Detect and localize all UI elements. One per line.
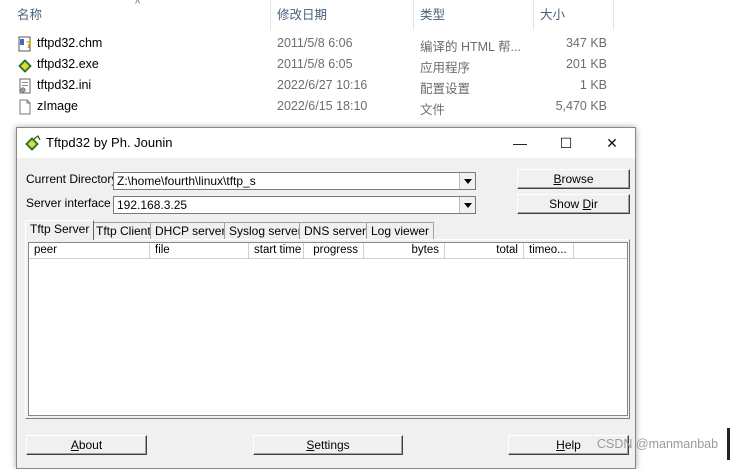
current-directory-combo[interactable]: Z:\home\fourth\linux\tftp_s <box>113 172 476 190</box>
button-label: bout <box>78 438 103 452</box>
button-mnemonic: D <box>582 197 592 211</box>
list-column-timeout[interactable]: timeo... <box>524 243 574 259</box>
file-name: tftpd32.ini <box>37 78 92 92</box>
csdn-watermark: CSDN @manmanbab <box>597 437 719 451</box>
file-type: 文件 <box>420 103 446 117</box>
column-divider[interactable] <box>613 0 614 30</box>
sort-ascending-icon: ^ <box>135 0 141 10</box>
blank-file-icon <box>19 99 31 115</box>
file-row[interactable]: tftpd32.exe 2011/5/8 6:05 应用程序 201 KB <box>0 55 747 76</box>
maximize-icon: ☐ <box>559 135 573 151</box>
minimize-icon: — <box>513 135 527 151</box>
list-column-file[interactable]: file <box>150 243 249 259</box>
file-size: 5,470 KB <box>555 99 607 113</box>
file-type: 配置设置 <box>420 82 471 96</box>
tab-log-viewer[interactable]: Log viewer <box>366 222 435 239</box>
tab-dns-server[interactable]: DNS server <box>299 222 372 239</box>
svg-text:?: ? <box>26 40 32 51</box>
dropdown-arrow-icon[interactable] <box>459 197 475 213</box>
list-column-filler <box>574 243 627 259</box>
file-size: 347 KB <box>565 36 607 50</box>
button-label: ettings <box>314 438 350 452</box>
browse-button[interactable]: Browse <box>517 169 630 189</box>
list-column-progress[interactable]: progress <box>304 243 364 259</box>
column-divider[interactable] <box>270 0 271 30</box>
tftp-server-panel: peer file start time progress bytes tota… <box>25 239 630 419</box>
file-date: 2022/6/15 18:10 <box>277 99 368 113</box>
dropdown-arrow-icon[interactable] <box>459 173 475 189</box>
list-column-total[interactable]: total <box>445 243 524 259</box>
file-type: 应用程序 <box>420 61 471 75</box>
list-column-bytes[interactable]: bytes <box>364 243 445 259</box>
close-button[interactable]: ✕ <box>589 128 635 158</box>
button-label: ir <box>591 197 598 211</box>
tftpd32-window: Tftpd32 by Ph. Jounin — ☐ ✕ Current Dire… <box>16 127 636 469</box>
file-name: tftpd32.exe <box>37 57 99 71</box>
column-divider[interactable] <box>413 0 414 30</box>
current-directory-value: Z:\home\fourth\linux\tftp_s <box>117 174 256 188</box>
transfer-list[interactable]: peer file start time progress bytes tota… <box>28 242 628 416</box>
maximize-button[interactable]: ☐ <box>543 128 589 158</box>
button-label: rowse <box>561 172 594 186</box>
tab-syslog-server[interactable]: Syslog server <box>224 222 307 239</box>
button-mnemonic: A <box>70 438 79 452</box>
tftpd-exe-icon <box>18 59 32 73</box>
settings-button[interactable]: Settings <box>253 435 403 455</box>
tab-dhcp-server[interactable]: DHCP server <box>150 222 231 239</box>
file-date: 2011/5/8 6:06 <box>277 36 353 50</box>
window-title-bar[interactable]: Tftpd32 by Ph. Jounin — ☐ ✕ <box>17 128 635 158</box>
minimize-button[interactable]: — <box>497 128 543 158</box>
column-name-header[interactable]: 名称 <box>17 0 42 30</box>
window-title: Tftpd32 by Ph. Jounin <box>46 135 173 150</box>
tab-tftp-server[interactable]: Tftp Server <box>25 220 95 240</box>
button-label: elp <box>564 438 581 452</box>
file-size: 201 KB <box>565 57 607 71</box>
list-column-start-time[interactable]: start time <box>249 243 304 259</box>
about-button[interactable]: About <box>26 435 147 455</box>
server-interface-value: 192.168.3.25 <box>117 198 188 212</box>
column-divider[interactable] <box>533 0 534 30</box>
list-column-peer[interactable]: peer <box>29 243 150 259</box>
file-date: 2011/5/8 6:05 <box>277 57 353 71</box>
file-name: tftpd32.chm <box>37 36 103 50</box>
close-icon: ✕ <box>606 135 618 151</box>
file-row[interactable]: ? tftpd32.chm 2011/5/8 6:06 编译的 HTML 帮..… <box>0 34 747 55</box>
file-name: zImage <box>37 99 78 113</box>
file-size: 1 KB <box>579 78 607 92</box>
show-dir-button[interactable]: Show Dir <box>517 194 630 214</box>
button-mnemonic: H <box>556 438 565 452</box>
chm-help-icon: ? <box>18 36 32 52</box>
column-size-header[interactable]: 大小 <box>540 0 565 30</box>
button-label: Show <box>549 197 583 211</box>
button-mnemonic: B <box>553 172 562 186</box>
text-cursor-icon <box>727 428 730 460</box>
tftpd-app-icon <box>25 135 41 151</box>
file-row[interactable]: tftpd32.ini 2022/6/27 10:16 配置设置 1 KB <box>0 76 747 97</box>
tab-tftp-client[interactable]: Tftp Client <box>91 222 156 239</box>
column-date-header[interactable]: 修改日期 <box>277 0 327 30</box>
file-type: 编译的 HTML 帮... <box>420 40 521 54</box>
file-date: 2022/6/27 10:16 <box>277 78 368 92</box>
server-interface-combo[interactable]: 192.168.3.25 <box>113 196 476 214</box>
explorer-column-header: 名称 ^ 修改日期 类型 大小 <box>0 0 747 30</box>
current-directory-label: Current Directory <box>26 172 118 186</box>
ini-settings-icon <box>19 78 31 94</box>
file-row[interactable]: zImage 2022/6/15 18:10 文件 5,470 KB <box>0 97 747 118</box>
server-interface-label: Server interface <box>26 196 111 210</box>
column-type-header[interactable]: 类型 <box>420 0 445 30</box>
